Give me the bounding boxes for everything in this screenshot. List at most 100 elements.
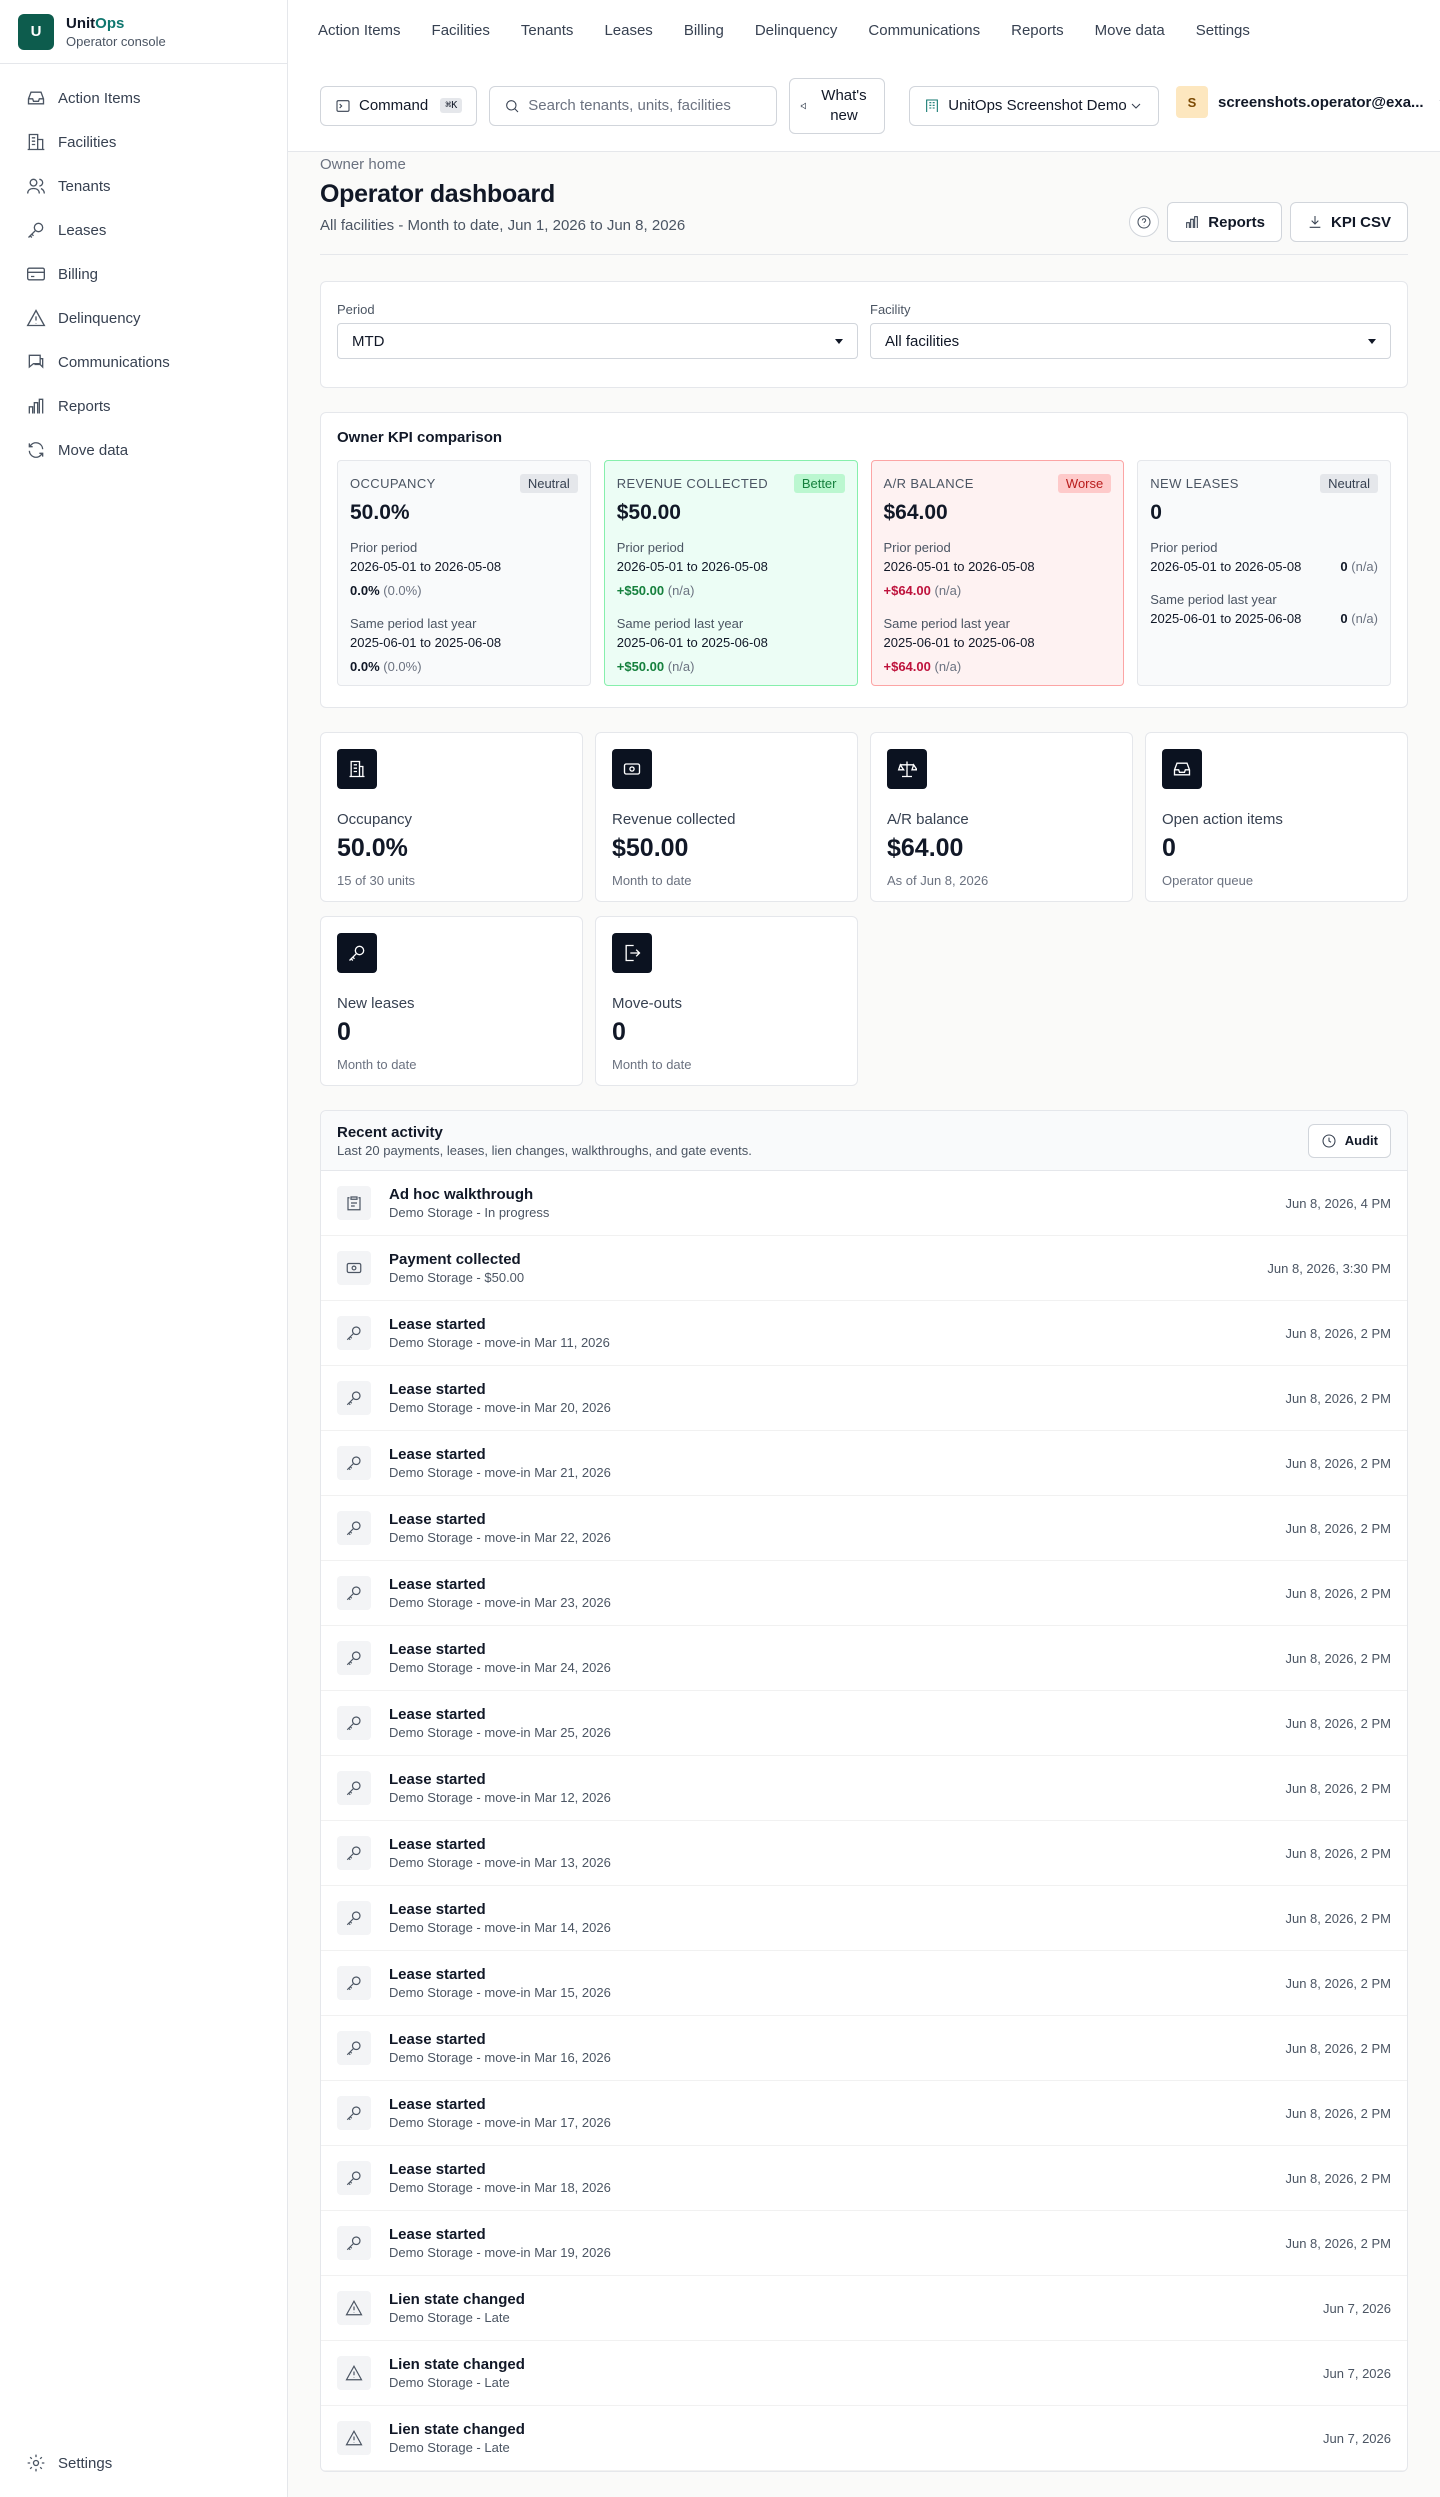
brand-subtitle: Operator console xyxy=(66,33,166,49)
command-button[interactable]: Command ⌘K xyxy=(320,85,478,126)
sidebar-item-label: Communications xyxy=(58,353,170,371)
kpi-csv-button[interactable]: KPI CSV xyxy=(1289,202,1408,242)
activity-row-sub: Demo Storage - move-in Mar 14, 2026 xyxy=(389,1920,611,1935)
activity-row[interactable]: Lease started Demo Storage - move-in Mar … xyxy=(321,2016,1407,2081)
topnav-move-data[interactable]: Move data xyxy=(1095,22,1165,39)
sidebar-item-facilities[interactable]: Facilities xyxy=(0,120,287,164)
tenant-switcher[interactable]: UnitOps Screenshot Demo xyxy=(909,85,1160,126)
kpi-ly-delta: +$64.00 (n/a) xyxy=(884,657,1112,677)
tile-sub: 15 of 30 units xyxy=(337,873,416,888)
activity-row-main: Lease started Demo Storage - move-in Mar … xyxy=(389,1511,1285,1545)
kpi-prior-delta-value: 0.0% xyxy=(350,583,380,598)
sidebar-item-label: Settings xyxy=(58,2454,113,2472)
kpi-prior-row: 2026-05-01 to 2026-05-08 0 (n/a) xyxy=(1150,557,1378,577)
activity-row[interactable]: Lease started Demo Storage - move-in Mar … xyxy=(321,1561,1407,1626)
topnav-delinquency[interactable]: Delinquency xyxy=(755,22,838,39)
activity-row[interactable]: Lease started Demo Storage - move-in Mar … xyxy=(321,1756,1407,1821)
audit-button[interactable]: Audit xyxy=(1307,1123,1391,1158)
reports-button[interactable]: Reports xyxy=(1167,202,1282,242)
kpi-prior-label: Prior period xyxy=(350,540,418,555)
topnav-action-items[interactable]: Action Items xyxy=(318,22,401,39)
kpi-label: NEW LEASES xyxy=(1150,475,1239,491)
kpi-prior-range: 2026-05-01 to 2026-05-08 xyxy=(616,559,768,574)
activity-row-main: Lease started Demo Storage - move-in Mar … xyxy=(389,1706,1285,1740)
kpi-card-ar-balance: A/R BALANCE Worse $64.00 Prior period 202… xyxy=(870,460,1125,686)
activity-row-title: Lease started xyxy=(389,1511,486,1528)
sidebar-item-tenants[interactable]: Tenants xyxy=(0,164,287,208)
activity-row-sub: Demo Storage - move-in Mar 16, 2026 xyxy=(389,2050,611,2065)
kpi-prior-delta: 0.0% (0.0%) xyxy=(350,581,578,601)
activity-row[interactable]: Lien state changed Demo Storage - Late Jun… xyxy=(321,2406,1407,2471)
kpi-prior-delta-value: +$64.00 xyxy=(883,583,931,598)
topnav-facilities[interactable]: Facilities xyxy=(432,22,490,39)
activity-row[interactable]: Lien state changed Demo Storage - Late Jun… xyxy=(321,2276,1407,2341)
activity-row[interactable]: Lease started Demo Storage - move-in Mar … xyxy=(321,1886,1407,1951)
activity-row-title: Lien state changed xyxy=(389,2356,525,2373)
bar-chart-icon xyxy=(1186,216,1199,228)
tile-new-leases[interactable]: New leases 0 Month to date xyxy=(320,916,583,1086)
tile-value: $50.00 xyxy=(612,834,689,862)
activity-row[interactable]: Lease started Demo Storage - move-in Mar … xyxy=(321,1431,1407,1496)
breadcrumb[interactable]: Owner home xyxy=(320,156,1408,176)
activity-row-title: Lease started xyxy=(389,2161,486,2178)
activity-row[interactable]: Lease started Demo Storage - move-in Mar … xyxy=(321,1951,1407,2016)
help-button[interactable] xyxy=(1129,207,1160,237)
tile-label: Occupancy xyxy=(337,811,413,828)
search-input[interactable]: Search tenants, units, facilities xyxy=(489,85,778,126)
activity-row[interactable]: Lease started Demo Storage - move-in Mar … xyxy=(321,2146,1407,2211)
topnav-reports[interactable]: Reports xyxy=(1011,22,1064,39)
activity-row[interactable]: Lease started Demo Storage - move-in Mar … xyxy=(321,2211,1407,2276)
tile-revenue[interactable]: Revenue collected $50.00 Month to date xyxy=(595,732,858,902)
activity-row[interactable]: Lease started Demo Storage - move-in Mar … xyxy=(321,2081,1407,2146)
tile-occupancy[interactable]: Occupancy 50.0% 15 of 30 units xyxy=(320,732,583,902)
sidebar-item-leases[interactable]: Leases xyxy=(0,208,287,252)
activity-row-sub: Demo Storage - move-in Mar 23, 2026 xyxy=(389,1595,611,1610)
activity-row-title: Lease started xyxy=(389,1576,486,1593)
kpi-csv-label: KPI CSV xyxy=(1330,213,1391,231)
period-select[interactable]: MTD xyxy=(337,323,858,359)
key-icon xyxy=(337,1706,371,1740)
key-icon xyxy=(337,1381,371,1415)
sidebar-item-move-data[interactable]: Move data xyxy=(0,428,287,472)
activity-row-main: Lease started Demo Storage - move-in Mar … xyxy=(389,1836,1285,1870)
topnav-billing[interactable]: Billing xyxy=(684,22,724,39)
sidebar-item-billing[interactable]: Billing xyxy=(0,252,287,296)
key-icon xyxy=(337,2096,371,2130)
activity-row[interactable]: Lease started Demo Storage - move-in Mar … xyxy=(321,1496,1407,1561)
tile-ar-balance[interactable]: A/R balance $64.00 As of Jun 8, 2026 xyxy=(870,732,1133,902)
activity-row[interactable]: Lease started Demo Storage - move-in Mar … xyxy=(321,1821,1407,1886)
brand[interactable]: U UnitOps Operator console xyxy=(0,0,287,64)
activity-row[interactable]: Lease started Demo Storage - move-in Mar … xyxy=(321,1626,1407,1691)
search-placeholder: Search tenants, units, facilities xyxy=(528,97,731,114)
activity-row-main: Lease started Demo Storage - move-in Mar … xyxy=(389,1576,1285,1610)
topnav-settings[interactable]: Settings xyxy=(1196,22,1250,39)
sidebar-item-label: Reports xyxy=(58,397,111,415)
activity-row[interactable]: Payment collected Demo Storage - $50.00 Ju… xyxy=(321,1236,1407,1301)
topnav-communications[interactable]: Communications xyxy=(868,22,980,39)
activity-heading: Recent activity Last 20 payments, leases… xyxy=(337,1124,752,1158)
topnav-leases[interactable]: Leases xyxy=(604,22,652,39)
whats-new-button[interactable]: What's new xyxy=(789,77,886,134)
tile-open-action-items[interactable]: Open action items 0 Operator queue xyxy=(1145,732,1408,902)
facility-select[interactable]: All facilities xyxy=(870,323,1391,359)
refresh-icon xyxy=(28,442,44,458)
activity-row-title: Lease started xyxy=(389,1446,486,1463)
kpi-prior-range: 2026-05-01 to 2026-05-08 xyxy=(350,559,502,574)
activity-row[interactable]: Ad hoc walkthrough Demo Storage - In prog… xyxy=(321,1171,1407,1236)
topnav-tenants[interactable]: Tenants xyxy=(521,22,574,39)
activity-row-sub: Demo Storage - move-in Mar 13, 2026 xyxy=(389,1855,611,1870)
activity-row[interactable]: Lease started Demo Storage - move-in Mar … xyxy=(321,1366,1407,1431)
sidebar-item-communications[interactable]: Communications xyxy=(0,340,287,384)
tile-move-outs[interactable]: Move-outs 0 Month to date xyxy=(595,916,858,1086)
activity-row[interactable]: Lease started Demo Storage - move-in Mar … xyxy=(321,1301,1407,1366)
activity-row-main: Payment collected Demo Storage - $50.00 xyxy=(389,1251,1267,1285)
user-menu[interactable]: S screenshots.operator@exa... xyxy=(1176,86,1440,118)
sidebar-item-delinquency[interactable]: Delinquency xyxy=(0,296,287,340)
kpi-ly-delta-value: 0.0% xyxy=(350,659,380,674)
activity-row[interactable]: Lien state changed Demo Storage - Late Jun… xyxy=(321,2341,1407,2406)
activity-row[interactable]: Lease started Demo Storage - move-in Mar … xyxy=(321,1691,1407,1756)
kpi-label: OCCUPANCY xyxy=(350,475,436,491)
sidebar-item-settings[interactable]: Settings xyxy=(0,2441,287,2485)
sidebar-item-reports[interactable]: Reports xyxy=(0,384,287,428)
sidebar-item-action-items[interactable]: Action Items xyxy=(0,76,287,120)
